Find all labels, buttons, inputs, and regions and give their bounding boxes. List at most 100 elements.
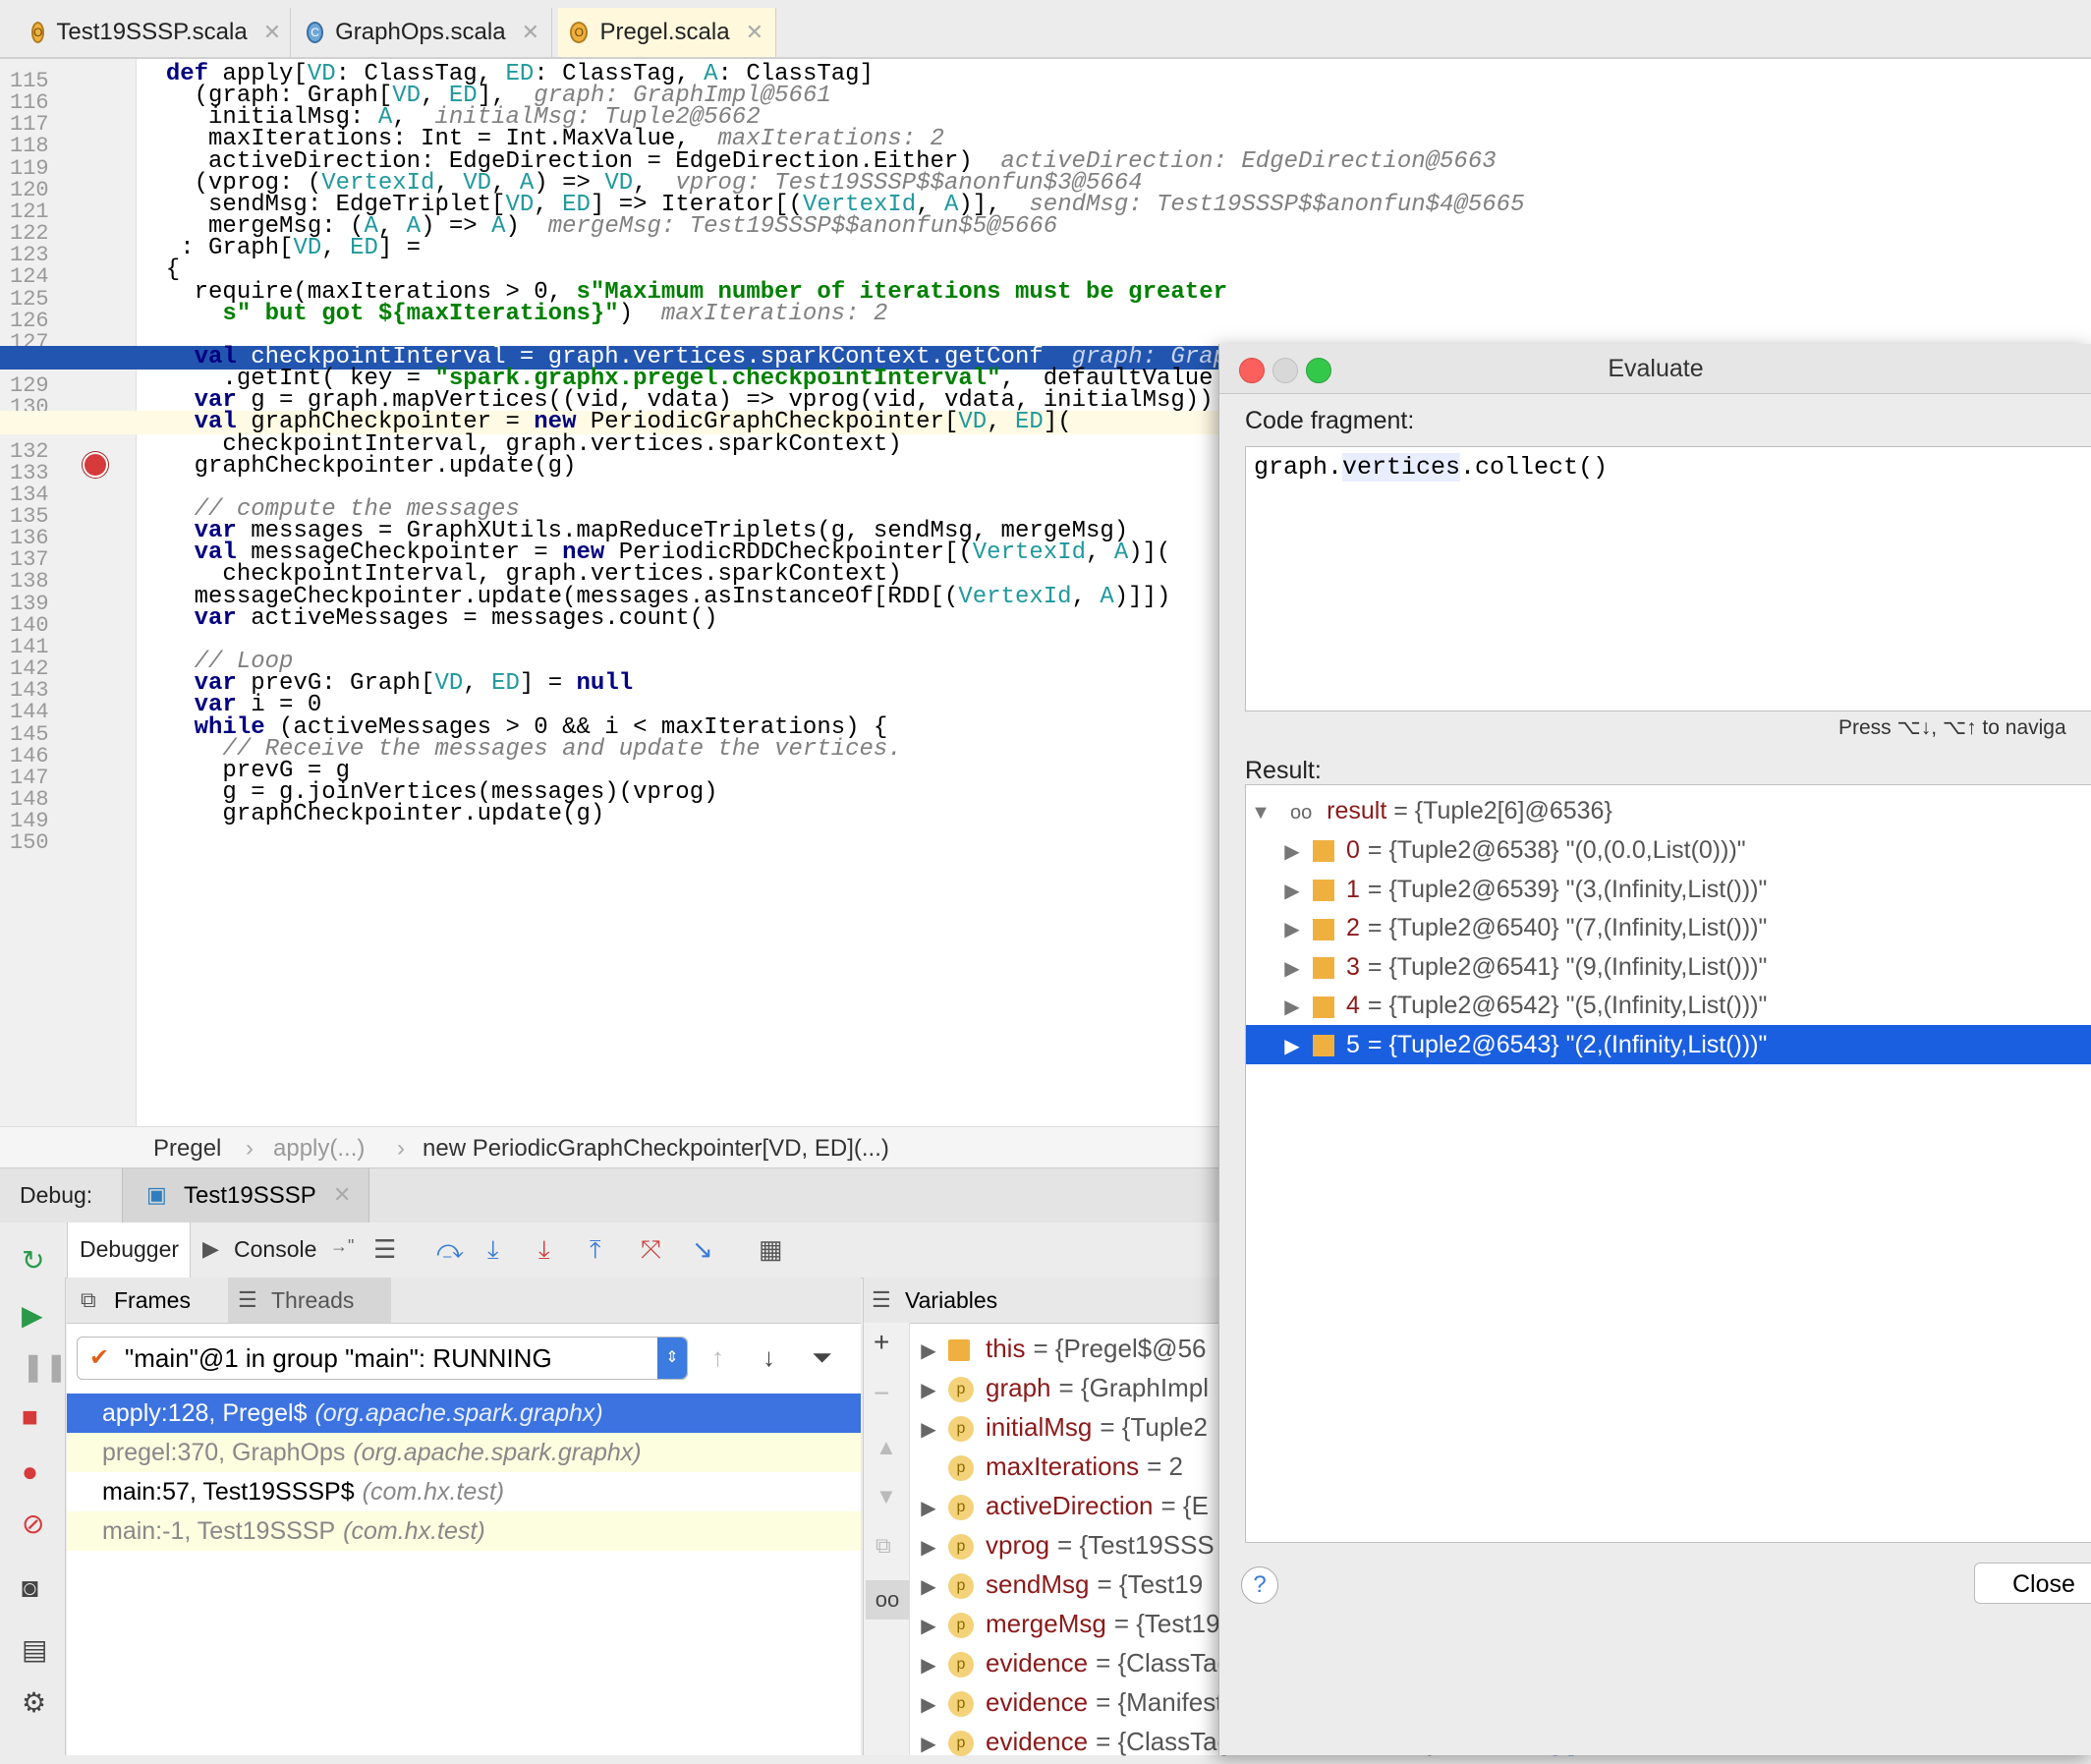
filter-icon[interactable]: ⏷ xyxy=(812,1342,832,1374)
code-line[interactable]: graphCheckpointer.update(g) xyxy=(0,454,1238,479)
result-tree[interactable]: ▼ oo result = {Tuple2[6]@6536} ▶ 0 = {Tupl… xyxy=(1245,784,2091,1543)
mute-breakpoints-icon[interactable]: ⊘ xyxy=(22,1508,44,1540)
dialog-title: Evaluate xyxy=(1608,355,1704,382)
result-item-row[interactable]: ▶ 1 = {Tuple2@6539} "(3,(Infinity,List()))… xyxy=(1246,870,2091,909)
expand-arrow-icon[interactable]: ▶ xyxy=(909,1410,948,1450)
arrow-up-icon[interactable]: ↑ xyxy=(711,1342,724,1373)
debug-session-tab[interactable]: ▣ Test19SSSP ✕ xyxy=(122,1168,369,1223)
result-item-row[interactable]: ▶ 2 = {Tuple2@6540} "(7,(Infinity,List()))… xyxy=(1246,908,2091,947)
variable-name: this xyxy=(986,1334,1026,1363)
show-execution-point-icon[interactable]: ☰ xyxy=(373,1234,396,1265)
zoom-window-icon[interactable] xyxy=(1306,358,1331,383)
breadcrumb-item[interactable]: apply(...) xyxy=(273,1135,365,1163)
close-window-icon[interactable] xyxy=(1239,358,1265,383)
session-label: Test19SSSP xyxy=(184,1182,316,1209)
collapse-arrow-icon[interactable]: ▼ xyxy=(1246,793,1275,832)
array-element-icon xyxy=(1313,1035,1334,1057)
breakpoint-icon[interactable] xyxy=(83,452,108,478)
frame-method: apply:128, Pregel$ xyxy=(102,1399,308,1427)
close-icon[interactable]: ✕ xyxy=(333,1182,351,1208)
view-breakpoints-icon[interactable]: ● xyxy=(22,1456,38,1488)
run-to-cursor-icon[interactable]: ↘ xyxy=(692,1234,713,1265)
code-line[interactable]: s" but got ${maxIterations}") maxIterati… xyxy=(0,302,1238,326)
add-watch-icon[interactable]: + xyxy=(874,1327,889,1358)
tab-pregel[interactable]: O Pregel.scala ✕ xyxy=(558,8,776,57)
expand-arrow-icon[interactable]: ▶ xyxy=(909,1371,948,1410)
expand-arrow-icon[interactable]: ▶ xyxy=(1277,988,1307,1027)
expand-arrow-icon[interactable]: ▶ xyxy=(909,1607,948,1646)
expand-arrow-icon[interactable]: ▶ xyxy=(1277,910,1307,949)
force-step-into-icon[interactable]: ⤓ xyxy=(538,1234,550,1266)
result-item-row[interactable]: ▶ 0 = {Tuple2@6538} "(0,(0.0,List(0)))" xyxy=(1246,830,2091,870)
variable-value: = {Test19SSS xyxy=(1057,1530,1215,1560)
minimize-window-icon[interactable] xyxy=(1272,358,1298,383)
tab-label: Pregel.scala xyxy=(599,19,730,45)
step-out-icon[interactable]: ⤒ xyxy=(590,1234,601,1266)
code-line[interactable]: : Graph[VD, ED] = xyxy=(0,237,1238,260)
variable-name: maxIterations xyxy=(986,1451,1140,1481)
close-icon[interactable]: ✕ xyxy=(746,20,763,45)
result-root-row[interactable]: ▼ oo result = {Tuple2[6]@6536} xyxy=(1246,791,2091,830)
stack-frame[interactable]: main:-1, Test19SSSP (com.hx.test) xyxy=(67,1511,861,1551)
pin-icon[interactable]: →" xyxy=(330,1236,354,1257)
tab-threads[interactable]: ☰ Threads xyxy=(228,1278,391,1323)
tab-frames[interactable]: ⧉ Frames xyxy=(77,1278,224,1323)
result-item-row[interactable]: ▶ 4 = {Tuple2@6542} "(5,(Infinity,List()))… xyxy=(1246,986,2091,1025)
chevron-updown-icon[interactable]: ⇕ xyxy=(657,1337,687,1379)
move-down-icon[interactable]: ▼ xyxy=(876,1484,897,1509)
breadcrumb-item[interactable]: Pregel xyxy=(153,1135,221,1163)
pause-icon[interactable]: ❚❚ xyxy=(22,1350,68,1383)
navigation-hint: Press ⌥↓, ⌥↑ to naviga xyxy=(1838,716,2066,739)
stack-frame[interactable]: apply:128, Pregel$ (org.apache.spark.grap… xyxy=(67,1394,861,1433)
remove-watch-icon[interactable]: − xyxy=(874,1378,889,1409)
result-item-index: 3 xyxy=(1346,952,1360,981)
drop-frame-icon[interactable]: ⤧ xyxy=(641,1234,661,1266)
expand-arrow-icon[interactable]: ▶ xyxy=(909,1528,948,1567)
expand-arrow-icon[interactable]: ▶ xyxy=(909,1685,948,1725)
stop-icon[interactable]: ■ xyxy=(22,1401,38,1433)
gear-icon[interactable]: ⚙ xyxy=(22,1686,46,1719)
move-up-icon[interactable]: ▲ xyxy=(876,1435,897,1460)
code-line[interactable] xyxy=(0,825,1238,848)
tab-graphops[interactable]: C GraphOps.scala ✕ xyxy=(295,8,552,57)
result-item-value: = {Tuple2@6539} "(3,(Infinity,List()))" xyxy=(1367,875,1768,903)
rerun-icon[interactable]: ↻ xyxy=(22,1244,44,1277)
expand-arrow-icon[interactable]: ▶ xyxy=(1277,1027,1307,1066)
close-icon[interactable]: ✕ xyxy=(263,20,281,45)
arrow-down-icon[interactable]: ↓ xyxy=(763,1342,775,1373)
tab-test19sssp[interactable]: O Test19SSSP.scala ✕ xyxy=(20,8,291,57)
evaluate-expression-icon[interactable]: ▦ xyxy=(759,1234,783,1265)
step-over-icon[interactable]: ⤼ xyxy=(436,1234,464,1266)
expand-arrow-icon[interactable]: ▶ xyxy=(1277,949,1307,989)
tab-console[interactable]: ▶ Console →" xyxy=(197,1223,364,1278)
duplicate-icon[interactable]: ⧉ xyxy=(876,1533,891,1559)
stack-frame[interactable]: main:57, Test19SSSP$ (com.hx.test) xyxy=(67,1472,861,1511)
code-line[interactable]: var activeMessages = messages.count() xyxy=(0,606,1238,631)
expand-arrow-icon[interactable]: ▶ xyxy=(1277,872,1307,911)
expand-arrow-icon[interactable]: ▶ xyxy=(909,1646,948,1685)
editor-tab-bar: O Test19SSSP.scala ✕ C GraphOps.scala ✕ … xyxy=(0,0,2091,59)
code-fragment-input[interactable]: graph.vertices.collect() xyxy=(1245,446,2091,711)
result-item-row[interactable]: ▶ 3 = {Tuple2@6541} "(9,(Infinity,List()))… xyxy=(1246,947,2091,987)
expand-arrow-icon[interactable]: ▶ xyxy=(909,1332,948,1371)
breadcrumb-item[interactable]: new PeriodicGraphCheckpointer[VD, ED](..… xyxy=(423,1135,889,1163)
expand-arrow-icon[interactable]: ▶ xyxy=(909,1725,948,1764)
watches-glasses-icon[interactable]: oo xyxy=(866,1580,909,1620)
stack-frame[interactable]: pregel:370, GraphOps (org.apache.spark.gr… xyxy=(67,1433,861,1472)
result-item-row[interactable]: ▶ 5 = {Tuple2@6543} "(2,(Infinity,List()))… xyxy=(1246,1025,2091,1064)
resume-icon[interactable]: ▶ xyxy=(22,1299,43,1332)
tab-debugger[interactable]: Debugger xyxy=(67,1223,191,1278)
result-item-index: 0 xyxy=(1346,836,1360,864)
step-into-icon[interactable]: ⤓ xyxy=(487,1234,499,1266)
code-line[interactable]: graphCheckpointer.update(g) xyxy=(0,803,1238,826)
layout-icon[interactable]: ▤ xyxy=(22,1633,47,1666)
help-button[interactable]: ? xyxy=(1241,1566,1278,1604)
expand-arrow-icon[interactable]: ▶ xyxy=(909,1567,948,1607)
thread-selector[interactable]: ✔ "main"@1 in group "main": RUNNING ⇕ xyxy=(77,1337,688,1380)
expand-arrow-icon[interactable]: ▶ xyxy=(909,1489,948,1528)
variable-value: = {Tuple2 xyxy=(1100,1412,1208,1442)
close-button[interactable]: Close xyxy=(1974,1563,2091,1604)
expand-arrow-icon[interactable]: ▶ xyxy=(1277,832,1307,872)
camera-icon[interactable]: ◙ xyxy=(22,1572,38,1604)
close-icon[interactable]: ✕ xyxy=(522,20,539,45)
